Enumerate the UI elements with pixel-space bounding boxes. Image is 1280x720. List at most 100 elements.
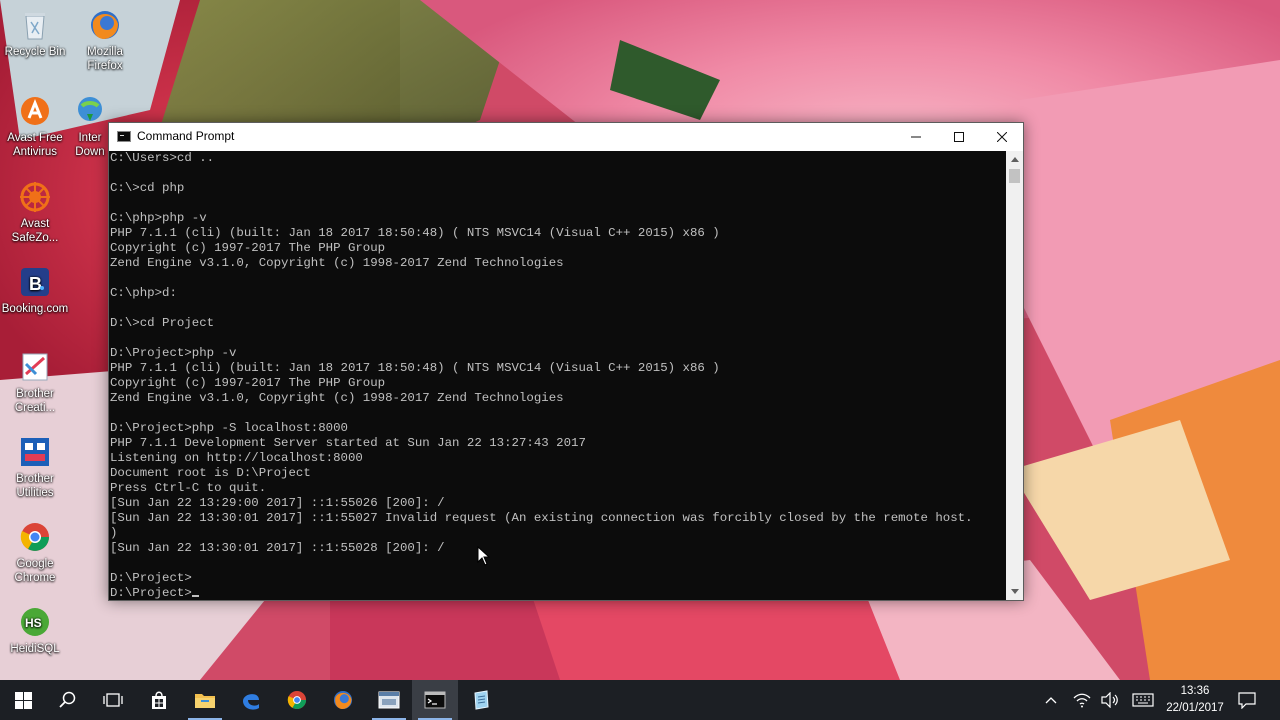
console-line: C:\>cd php: [110, 181, 185, 195]
desktop-icon-booking[interactable]: B Booking.com: [0, 265, 70, 316]
chrome-icon: [287, 690, 307, 710]
tray-volume[interactable]: [1098, 680, 1122, 720]
command-prompt-icon: [117, 131, 131, 142]
desktop-icon-idm[interactable]: Inter Down: [70, 94, 110, 159]
console-line: Press Ctrl-C to quit.: [110, 481, 267, 495]
chrome-icon: [20, 523, 49, 551]
desktop-icon-recycle-bin[interactable]: Recycle Bin: [0, 8, 70, 59]
console-line: Copyright (c) 1997-2017 The PHP Group: [110, 241, 386, 255]
task-view-button[interactable]: [90, 680, 136, 720]
taskbar-chrome[interactable]: [274, 680, 320, 720]
keyboard-icon: [1132, 693, 1154, 707]
svg-text:HS: HS: [25, 616, 42, 630]
tray-network[interactable]: [1070, 680, 1094, 720]
mouse-pointer-icon: [477, 546, 491, 566]
booking-icon: B: [21, 268, 49, 296]
console-line: D:\>cd Project: [110, 316, 215, 330]
taskbar-command-prompt[interactable]: [412, 680, 458, 720]
command-prompt-icon: [424, 691, 446, 709]
tray-keyboard[interactable]: [1128, 680, 1158, 720]
console-line: PHP 7.1.1 Development Server started at …: [110, 436, 586, 450]
window-titlebar[interactable]: Command Prompt: [109, 123, 1023, 151]
desktop-icon-firefox[interactable]: Mozilla Firefox: [70, 8, 140, 73]
console-line: D:\Project>: [110, 586, 1006, 600]
console-line: D:\Project>: [110, 571, 192, 585]
vertical-scrollbar[interactable]: [1006, 151, 1023, 600]
scroll-up-arrow-icon[interactable]: [1006, 151, 1023, 168]
close-button[interactable]: [980, 123, 1023, 151]
taskbar-app-window[interactable]: [366, 680, 412, 720]
console-line: [Sun Jan 22 13:30:01 2017] ::1:55027 Inv…: [110, 511, 973, 525]
console-line: D:\Project>php -S localhost:8000: [110, 421, 348, 435]
firefox-icon: [333, 690, 353, 710]
window-title: Command Prompt: [137, 129, 235, 143]
desktop-icon-chrome[interactable]: Google Chrome: [0, 520, 70, 585]
edge-icon: [243, 694, 259, 710]
minimize-button[interactable]: [894, 123, 937, 151]
avast-safezone-icon: [20, 182, 50, 212]
chevron-up-icon: [1045, 697, 1057, 704]
system-clock[interactable]: 13:36 22/01/2017: [1158, 683, 1232, 717]
avast-icon: [21, 97, 49, 125]
speaker-icon: [1101, 692, 1118, 708]
scroll-down-arrow-icon[interactable]: [1006, 583, 1023, 600]
console-line: Document root is D:\Project: [110, 466, 311, 480]
console-line: Zend Engine v3.1.0, Copyright (c) 1998-2…: [110, 391, 564, 405]
maximize-button[interactable]: [937, 123, 980, 151]
console-line: PHP 7.1.1 (cli) (built: Jan 18 2017 18:5…: [110, 226, 720, 240]
app-window-icon: [378, 691, 400, 709]
start-button[interactable]: [0, 680, 46, 720]
minimize-icon: [910, 136, 921, 138]
console-line: C:\Users>cd ..: [110, 151, 215, 165]
search-button[interactable]: [45, 680, 91, 720]
notification-icon: [1238, 691, 1256, 709]
desktop-icon-avast[interactable]: Avast Free Antivirus: [0, 94, 70, 159]
tray-overflow-button[interactable]: [1040, 680, 1062, 720]
console-line: Listening on http://localhost:8000: [110, 451, 363, 465]
console-line: [Sun Jan 22 13:29:00 2017] ::1:55026 [20…: [110, 496, 445, 510]
console-line: PHP 7.1.1 (cli) (built: Jan 18 2017 18:5…: [110, 361, 720, 375]
heidisql-icon: HS: [21, 608, 49, 636]
console-text: C:\Users>cd .. C:\>cd php C:\php>php -v PHP…: [109, 151, 1006, 600]
brother-creative-icon: [22, 353, 48, 381]
desktop-icon-avast-safezone[interactable]: Avast SafeZo...: [0, 180, 70, 245]
internet-download-manager-icon: [78, 97, 102, 121]
desktop-icon-brother-creative[interactable]: Brother Creati...: [0, 350, 70, 415]
desktop-icon-heidisql[interactable]: HS HeidiSQL: [0, 605, 70, 656]
taskbar-notepad[interactable]: [458, 680, 504, 720]
taskbar-store[interactable]: [136, 680, 182, 720]
maximize-icon: [953, 132, 964, 142]
task-view-icon: [103, 693, 123, 707]
console-line: D:\Project>php -v: [110, 346, 237, 360]
desktop-icon-brother-utilities[interactable]: Brother Utilities: [0, 435, 70, 500]
folder-icon: [195, 694, 215, 708]
taskbar-firefox[interactable]: [320, 680, 366, 720]
store-icon: [152, 691, 166, 709]
taskbar-file-explorer[interactable]: [182, 680, 228, 720]
clock-date: 22/01/2017: [1166, 702, 1224, 714]
console-line: Copyright (c) 1997-2017 The PHP Group: [110, 376, 386, 390]
firefox-icon: [91, 11, 119, 39]
console-line: [Sun Jan 22 13:30:01 2017] ::1:55028 [20…: [110, 541, 445, 555]
close-icon: [996, 132, 1007, 142]
brother-utilities-icon: [21, 438, 49, 466]
console-line: ): [110, 526, 118, 540]
action-center-button[interactable]: [1234, 680, 1260, 720]
windows-icon: [14, 691, 32, 709]
console-output[interactable]: C:\Users>cd .. C:\>cd php C:\php>php -v PHP…: [109, 151, 1006, 600]
taskbar-edge[interactable]: [228, 680, 274, 720]
taskbar: 13:36 22/01/2017: [0, 680, 1280, 720]
text-cursor: [191, 595, 199, 597]
scrollbar-thumb[interactable]: [1009, 169, 1020, 183]
console-line: Zend Engine v3.1.0, Copyright (c) 1998-2…: [110, 256, 564, 270]
console-line: C:\php>php -v: [110, 211, 207, 225]
recycle-bin-icon: [25, 13, 45, 40]
command-prompt-window[interactable]: Command Prompt C:\Users>cd .. C:\>cd php C…: [108, 122, 1024, 601]
